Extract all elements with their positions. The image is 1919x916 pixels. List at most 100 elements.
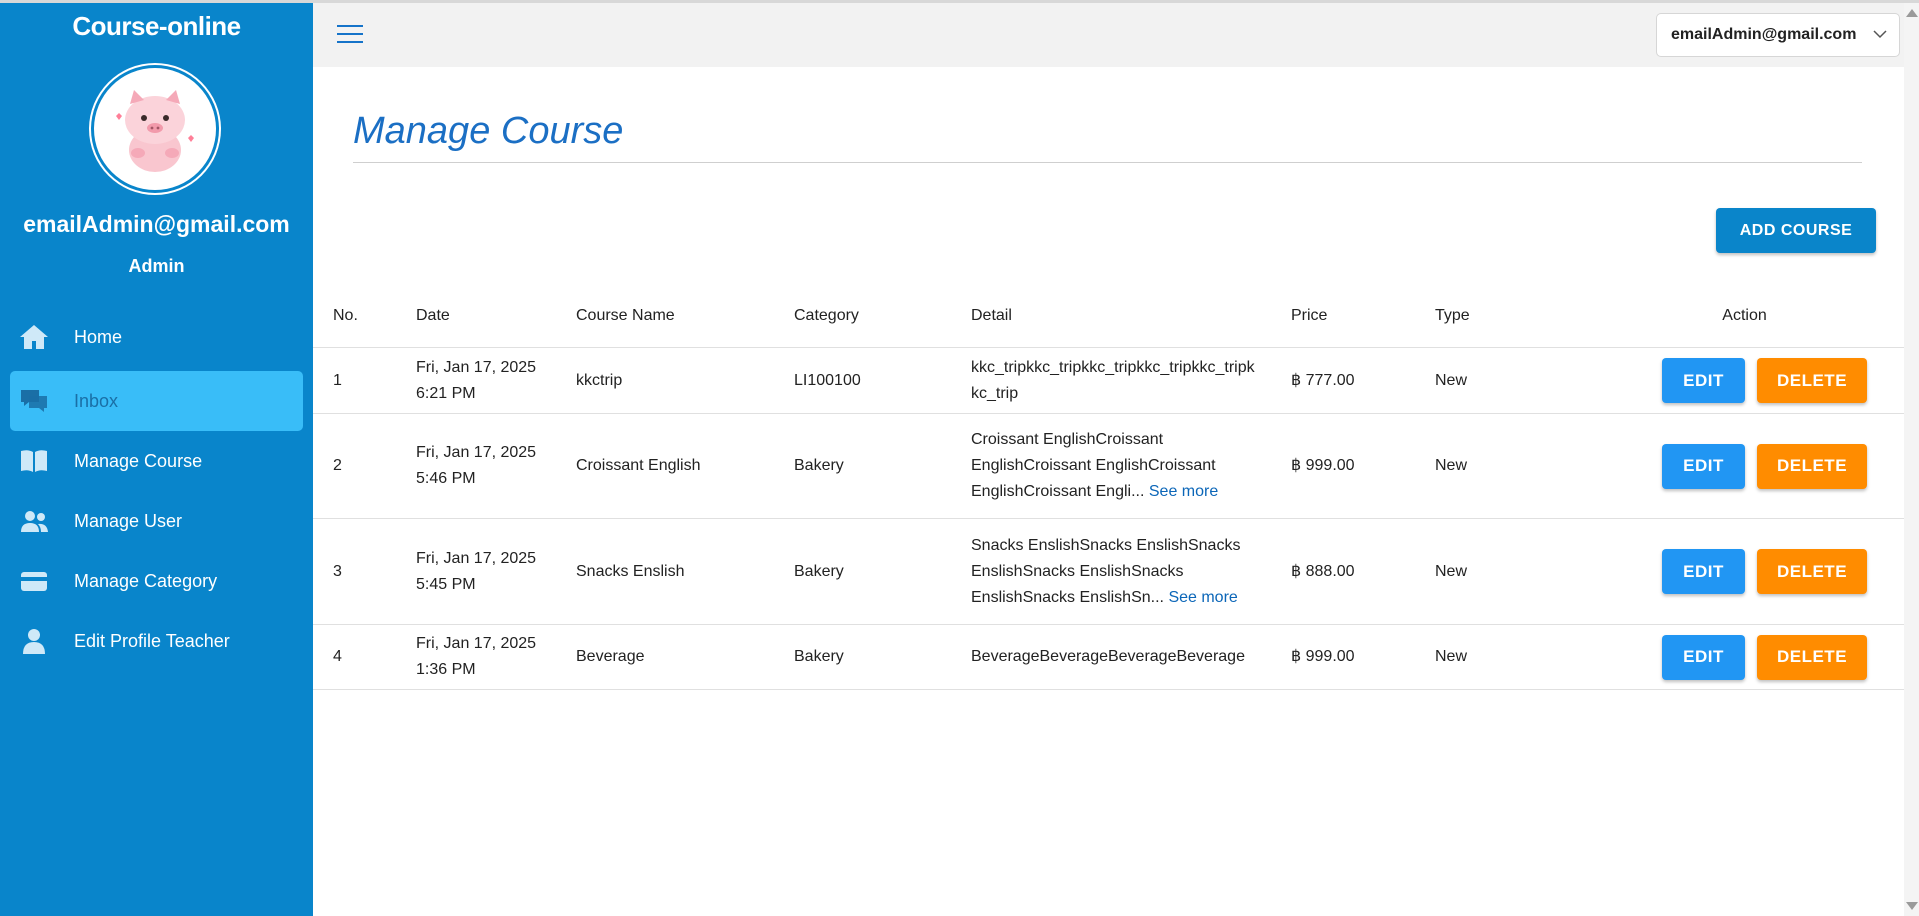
edit-button[interactable]: EDIT: [1662, 549, 1745, 594]
row-price: ฿ 999.00: [1291, 624, 1435, 690]
row-actions: EDIT DELETE: [1585, 413, 1904, 519]
home-icon: [17, 320, 51, 354]
person-icon: [17, 624, 51, 658]
row-date: Fri, Jan 17, 2025 1:36 PM: [416, 624, 576, 690]
sidebar-item-label: Manage User: [74, 510, 183, 531]
row-price: ฿ 888.00: [1291, 518, 1435, 625]
users-icon: [17, 504, 51, 538]
row-actions: EDIT DELETE: [1585, 347, 1904, 414]
top-bar: emailAdmin@gmail.com: [313, 3, 1919, 67]
row-date: Fri, Jan 17, 2025 6:21 PM: [416, 347, 576, 414]
sidebar-item-edit-profile[interactable]: Edit Profile Teacher: [10, 611, 303, 671]
row-date-day: Fri, Jan 17, 2025: [416, 444, 537, 461]
sidebar-item-label: Home: [74, 326, 123, 347]
table-row: 4 Fri, Jan 17, 2025 1:36 PM Beverage Bake…: [313, 624, 1904, 690]
row-detail-text: kkc_tripkkc_tripkkc_tripkkc_tripkkc_trip…: [971, 358, 1255, 402]
edit-button[interactable]: EDIT: [1662, 443, 1745, 489]
sidebar-item-label: Manage Course: [74, 450, 203, 471]
row-type: New: [1435, 624, 1585, 690]
row-category: LI100100: [794, 347, 971, 414]
avatar: [94, 68, 216, 190]
row-type: New: [1435, 518, 1585, 625]
sidebar-item-inbox[interactable]: Inbox: [10, 371, 303, 431]
row-date-day: Fri, Jan 17, 2025: [416, 549, 537, 567]
delete-button[interactable]: DELETE: [1757, 358, 1867, 403]
user-dropdown-value: emailAdmin@gmail.com: [1671, 26, 1857, 43]
row-category: Bakery: [794, 413, 971, 519]
brand-title: Course-online: [72, 11, 241, 41]
row-detail-text: BeverageBeverageBeverageBeverage: [971, 648, 1245, 665]
row-course-name: kkctrip: [576, 347, 794, 414]
row-category: Bakery: [794, 624, 971, 690]
sidebar-item-manage-category[interactable]: Manage Category: [10, 551, 303, 611]
column-header-course-name: Course Name: [576, 285, 794, 348]
course-table: No. Date Course Name Category Detail Pri…: [313, 285, 1904, 690]
row-date: Fri, Jan 17, 2025 5:46 PM: [416, 413, 576, 519]
row-type: New: [1435, 413, 1585, 519]
book-icon: [17, 444, 51, 478]
row-course-name: Snacks Enslish: [576, 518, 794, 625]
column-header-action: Action: [1585, 285, 1904, 348]
hamburger-menu-icon[interactable]: [337, 25, 363, 45]
table-header-row: No. Date Course Name Category Detail Pri…: [313, 285, 1904, 348]
title-divider: [353, 162, 1862, 163]
column-header-type: Type: [1435, 285, 1585, 348]
table-row: 1 Fri, Jan 17, 2025 6:21 PM kkctrip LI100…: [313, 347, 1904, 414]
sidebar-item-home[interactable]: Home: [10, 307, 303, 367]
row-date: Fri, Jan 17, 2025 5:45 PM: [416, 518, 576, 625]
column-header-date: Date: [416, 285, 576, 348]
sidebar-user-role: Admin: [128, 256, 185, 276]
sidebar-user-email: emailAdmin@gmail.com: [23, 211, 290, 237]
row-course-name: Beverage: [576, 624, 794, 690]
sidebar-item-label: Manage Category: [74, 570, 218, 591]
vertical-scrollbar[interactable]: [1904, 3, 1919, 916]
row-no: 2: [313, 413, 416, 519]
row-type: New: [1435, 347, 1585, 414]
delete-button[interactable]: DELETE: [1757, 634, 1867, 680]
row-detail: BeverageBeverageBeverageBeverage: [971, 624, 1291, 690]
sidebar-item-manage-user[interactable]: Manage User: [10, 491, 303, 551]
row-date-time: 5:45 PM: [416, 575, 476, 593]
sidebar: Course-online emailAdmin@gmail.com Admin…: [0, 3, 313, 916]
sidebar-item-label: Inbox: [74, 390, 119, 411]
chat-icon: [17, 384, 51, 418]
row-actions: EDIT DELETE: [1585, 518, 1904, 625]
pig-avatar-icon: [96, 70, 214, 188]
table-row: 3 Fri, Jan 17, 2025 5:45 PM Snacks Enslis…: [313, 518, 1904, 625]
table-row: 2 Fri, Jan 17, 2025 5:46 PM Croissant Eng…: [313, 413, 1904, 519]
see-more-link[interactable]: See more: [1168, 589, 1237, 606]
row-no: 1: [313, 347, 416, 414]
row-no: 4: [313, 624, 416, 690]
card-icon: [17, 564, 51, 598]
column-header-price: Price: [1291, 285, 1435, 348]
row-detail: Croissant EnglishCroissant EnglishCroiss…: [971, 413, 1291, 519]
delete-button[interactable]: DELETE: [1757, 443, 1867, 489]
page-title: Manage Course: [353, 110, 624, 152]
column-header-detail: Detail: [971, 285, 1291, 348]
row-date-day: Fri, Jan 17, 2025: [416, 358, 537, 376]
scroll-down-arrow-icon[interactable]: [1906, 902, 1918, 910]
row-date-time: 5:46 PM: [416, 470, 476, 487]
add-course-button[interactable]: ADD COURSE: [1716, 208, 1876, 253]
row-price: ฿ 777.00: [1291, 347, 1435, 414]
row-detail: kkc_tripkkc_tripkkc_tripkkc_tripkkc_trip…: [971, 347, 1291, 414]
row-course-name: Croissant English: [576, 413, 794, 519]
row-date-time: 6:21 PM: [416, 384, 476, 402]
row-no: 3: [313, 518, 416, 625]
column-header-category: Category: [794, 285, 971, 348]
row-date-day: Fri, Jan 17, 2025: [416, 635, 537, 652]
row-price: ฿ 999.00: [1291, 413, 1435, 519]
edit-button[interactable]: EDIT: [1662, 634, 1745, 680]
scroll-up-arrow-icon[interactable]: [1906, 9, 1918, 17]
row-category: Bakery: [794, 518, 971, 625]
delete-button[interactable]: DELETE: [1757, 549, 1867, 594]
sidebar-item-label: Edit Profile Teacher: [74, 630, 230, 651]
see-more-link[interactable]: See more: [1149, 483, 1218, 500]
row-actions: EDIT DELETE: [1585, 624, 1904, 690]
edit-button[interactable]: EDIT: [1662, 358, 1745, 403]
row-detail: Snacks EnslishSnacks EnslishSnacks Ensli…: [971, 518, 1291, 625]
sidebar-item-manage-course[interactable]: Manage Course: [10, 431, 303, 491]
column-header-no: No.: [313, 285, 416, 348]
user-dropdown[interactable]: emailAdmin@gmail.com: [1656, 13, 1900, 57]
chevron-down-icon: [1873, 30, 1887, 39]
